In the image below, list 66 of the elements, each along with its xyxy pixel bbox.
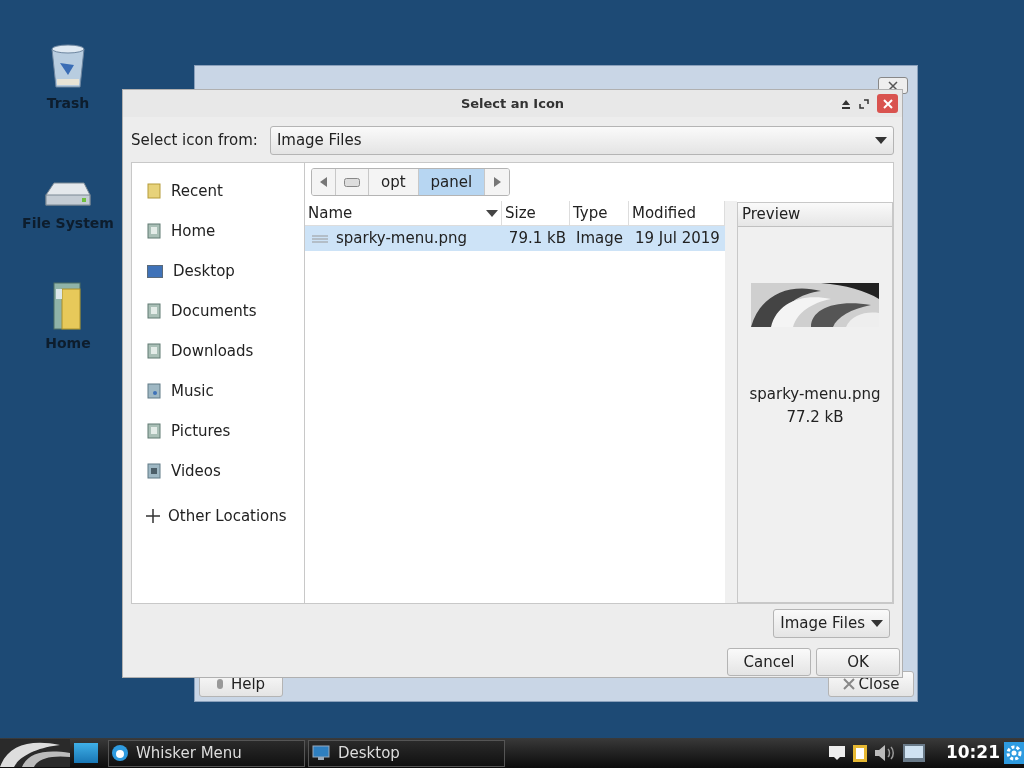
right-arrow-icon	[493, 177, 501, 187]
maximize-icon[interactable]	[859, 98, 869, 109]
close-icon	[882, 98, 893, 109]
file-type: Image	[575, 228, 624, 250]
image-file-icon	[312, 234, 328, 243]
music-folder-icon	[147, 383, 161, 399]
back-button[interactable]	[312, 169, 336, 195]
folder-icon	[52, 281, 84, 331]
sidebar-item[interactable]: Desktop	[132, 251, 304, 291]
sidebar-item[interactable]: Videos	[132, 451, 304, 491]
plus-icon	[146, 509, 160, 523]
speech-bubble-icon[interactable]	[827, 745, 846, 761]
forward-button[interactable]	[485, 169, 510, 195]
left-arrow-icon	[320, 177, 327, 187]
column-header[interactable]: Size	[502, 201, 570, 225]
path-button[interactable]: panel	[418, 169, 486, 195]
folder-icon	[147, 303, 161, 319]
caret-icon	[875, 137, 887, 144]
folder-icon	[147, 223, 161, 239]
ok-button[interactable]: OK	[816, 648, 900, 676]
sidebar-item[interactable]: Pictures	[132, 411, 304, 451]
column-header[interactable]: Name	[305, 201, 502, 225]
swirl-logo-icon[interactable]	[0, 739, 70, 767]
folder-icon	[147, 423, 161, 439]
source-dropdown[interactable]: Image Files	[269, 126, 894, 155]
sidebar-item[interactable]: Documents	[132, 291, 304, 331]
monitor-icon[interactable]	[901, 743, 926, 763]
speaker-icon[interactable]	[873, 744, 896, 762]
task-button[interactable]: Desktop	[308, 739, 505, 767]
sidebar-item[interactable]: Home	[132, 211, 304, 251]
drive-icon	[344, 177, 360, 187]
close-icon	[842, 678, 855, 690]
monitor-icon	[312, 745, 330, 761]
preview-header: Preview	[738, 203, 892, 227]
file-row[interactable]: sparky-menu.png 79.1 kB Image 19 Jul 2019	[305, 226, 725, 251]
folder-icon	[147, 343, 161, 359]
file-size: 79.1 kB	[507, 228, 567, 250]
caret-icon	[871, 620, 883, 627]
cancel-button[interactable]: Cancel	[727, 648, 811, 676]
path-drive-button[interactable]	[336, 169, 369, 195]
task-button[interactable]: Whisker Menu	[108, 739, 305, 767]
gear-icon[interactable]	[1004, 742, 1024, 764]
preview-filename: sparky-menu.png	[749, 384, 881, 405]
sidebar-item[interactable]: Downloads	[132, 331, 304, 371]
file-modified: 19 Jul 2019	[634, 228, 721, 250]
mouse-logo-icon	[112, 745, 128, 761]
window-title: Select an Icon	[460, 94, 565, 113]
sidebar-item[interactable]: Music	[132, 371, 304, 411]
column-header[interactable]: Type	[570, 201, 629, 225]
clipboard-icon[interactable]	[851, 743, 868, 763]
video-folder-icon	[147, 463, 161, 479]
source-label: Select icon from:	[131, 130, 258, 152]
sidebar-item[interactable]: Other Locations	[132, 491, 304, 541]
path-button[interactable]: opt	[369, 169, 419, 195]
filter-dropdown[interactable]: Image Files	[773, 609, 890, 638]
sort-caret-icon	[486, 209, 498, 217]
sidebar-item[interactable]: Recent	[132, 171, 304, 211]
file-name: sparky-menu.png	[336, 228, 468, 250]
trash-icon	[48, 43, 88, 91]
clock[interactable]: 10:21	[945, 740, 1000, 766]
shade-icon[interactable]	[841, 98, 851, 109]
preview-size: 77.2 kB	[786, 406, 844, 428]
close-icon	[888, 80, 898, 91]
monitor-icon	[147, 264, 163, 278]
close-button[interactable]	[877, 94, 898, 113]
folder-icon	[147, 183, 161, 199]
